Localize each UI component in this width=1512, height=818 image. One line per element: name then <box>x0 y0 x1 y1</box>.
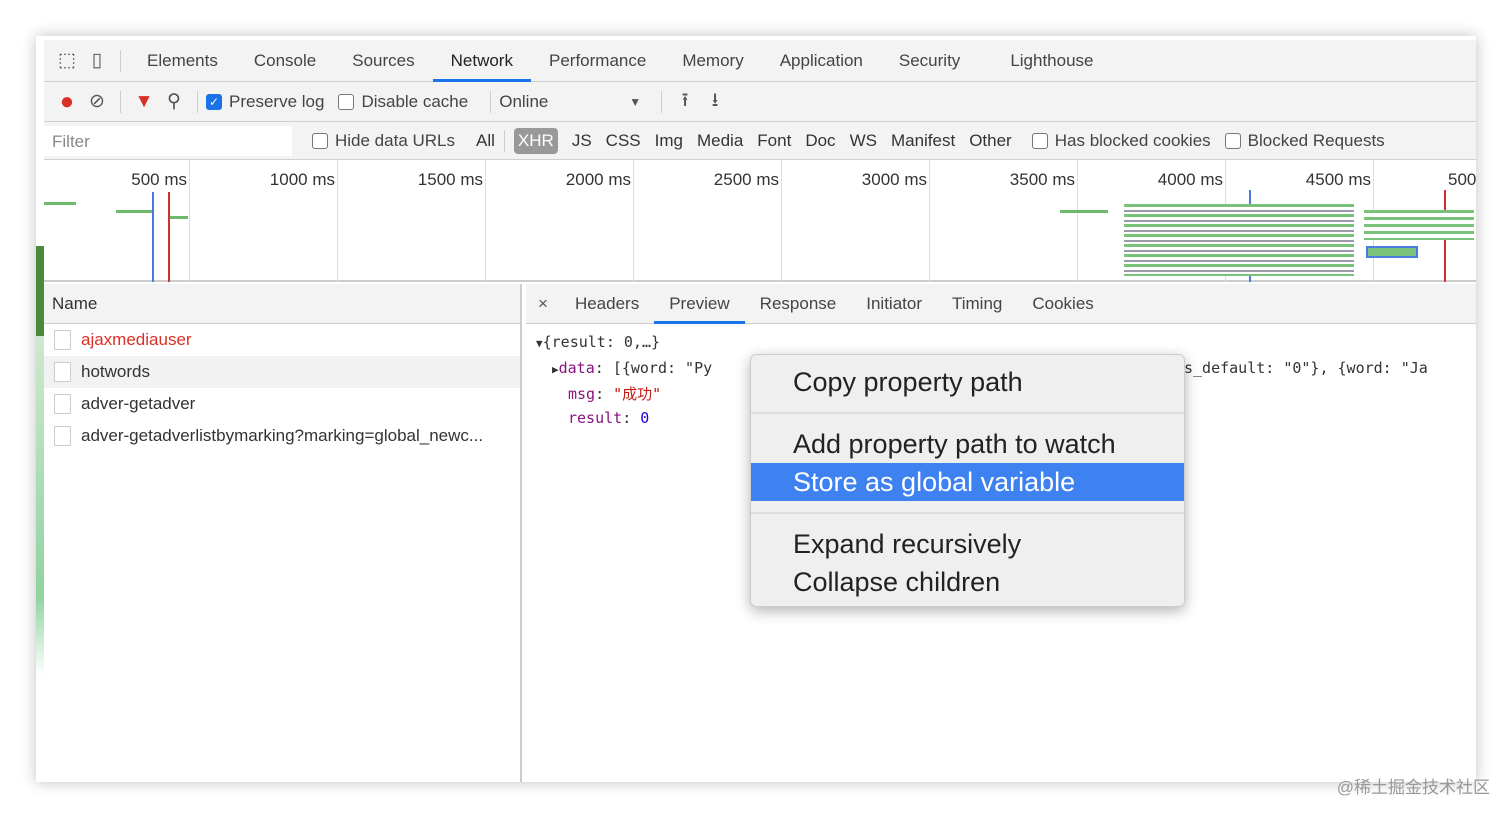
file-icon <box>54 394 71 414</box>
filter-media[interactable]: Media <box>697 131 743 151</box>
tab-timing[interactable]: Timing <box>937 284 1017 324</box>
disable-cache-checkbox[interactable]: Disable cache <box>338 92 468 112</box>
tick: 3500 ms <box>930 160 1078 282</box>
file-icon <box>54 330 71 350</box>
has-blocked-cookies-checkbox[interactable]: Has blocked cookies <box>1031 131 1211 151</box>
clear-icon[interactable]: ⊘ <box>82 90 112 113</box>
export-har-icon[interactable]: ⭳ <box>700 86 730 118</box>
tab-memory[interactable]: Memory <box>664 40 761 82</box>
collapse-arrow-icon: ▶ <box>552 363 559 376</box>
tick: 1000 ms <box>190 160 338 282</box>
filter-other[interactable]: Other <box>969 131 1012 151</box>
tick: 2500 ms <box>634 160 782 282</box>
hide-data-urls-checkbox[interactable]: Hide data URLs <box>312 131 455 151</box>
filter-font[interactable]: Font <box>757 131 791 151</box>
filter-input[interactable]: Filter <box>44 125 292 156</box>
network-overview[interactable]: 500 ms 1000 ms 1500 ms 2000 ms 2500 ms 3… <box>44 160 1476 282</box>
json-root[interactable]: ▼{result: 0,…} <box>536 330 1466 356</box>
filter-ws[interactable]: WS <box>850 131 877 151</box>
menu-expand-recursively[interactable]: Expand recursively <box>751 525 1184 563</box>
blocked-requests-checkbox[interactable]: Blocked Requests <box>1224 131 1385 151</box>
tab-cookies[interactable]: Cookies <box>1017 284 1108 324</box>
filter-all[interactable]: All <box>476 131 495 151</box>
menu-copy-property-path[interactable]: Copy property path <box>751 363 1184 401</box>
tab-preview[interactable]: Preview <box>654 284 745 324</box>
filter-css[interactable]: CSS <box>606 131 641 151</box>
throttle-select[interactable]: Online <box>499 92 629 112</box>
preserve-log-checkbox[interactable]: ✓ Preserve log <box>206 92 324 112</box>
tab-security[interactable]: Security <box>881 40 978 82</box>
request-row[interactable]: adver-getadverlistbymarking?marking=glob… <box>44 420 520 452</box>
watermark: @稀土掘金技术社区 <box>1336 778 1490 797</box>
import-har-icon[interactable]: ⭱ <box>670 86 700 118</box>
menu-collapse-children[interactable]: Collapse children <box>751 563 1184 601</box>
dom-content-loaded-line <box>152 192 154 282</box>
tick: 2000 ms <box>486 160 634 282</box>
filter-xhr[interactable]: XHR <box>513 127 558 154</box>
tab-performance[interactable]: Performance <box>531 40 664 82</box>
tab-headers[interactable]: Headers <box>560 284 654 324</box>
details-tabs: × Headers Preview Response Initiator Tim… <box>526 284 1476 324</box>
file-icon <box>54 362 71 382</box>
page-edge <box>36 36 44 782</box>
tick: 3000 ms <box>782 160 930 282</box>
tab-sources[interactable]: Sources <box>334 40 432 82</box>
network-toolbar: ● ⊘ ▼ ⚲ ✓ Preserve log Disable cache Onli… <box>44 82 1476 122</box>
tab-application[interactable]: Application <box>762 40 881 82</box>
name-column-header[interactable]: Name <box>44 284 520 324</box>
tab-network[interactable]: Network <box>432 40 531 82</box>
filter-img[interactable]: Img <box>655 131 683 151</box>
search-icon[interactable]: ⚲ <box>159 90 189 113</box>
request-row[interactable]: adver-getadver <box>44 388 520 420</box>
waterfall-bars <box>1124 204 1354 276</box>
filter-doc[interactable]: Doc <box>805 131 835 151</box>
filter-bar: Filter Hide data URLs All XHR JS CSS Img… <box>44 122 1476 160</box>
tab-elements[interactable]: Elements <box>129 40 236 82</box>
tab-console[interactable]: Console <box>236 40 334 82</box>
request-list: Name ajaxmediauser hotwords adver-getadv… <box>44 284 522 782</box>
file-icon <box>54 426 71 446</box>
context-menu: Copy property path Add property path to … <box>750 354 1185 607</box>
panel-tabs: ⬚ ▯ Elements Console Sources Network Per… <box>44 40 1476 82</box>
chevron-down-icon[interactable]: ▼ <box>629 95 641 109</box>
filter-js[interactable]: JS <box>572 131 592 151</box>
tab-initiator[interactable]: Initiator <box>851 284 937 324</box>
menu-add-to-watch[interactable]: Add property path to watch <box>751 425 1184 463</box>
device-toolbar-icon[interactable]: ▯ <box>82 49 112 72</box>
tick: 1500 ms <box>338 160 486 282</box>
record-icon[interactable]: ● <box>52 88 82 116</box>
load-line <box>168 192 170 282</box>
filter-icon[interactable]: ▼ <box>129 91 159 113</box>
tab-response[interactable]: Response <box>745 284 852 324</box>
request-row[interactable]: ajaxmediauser <box>44 324 520 356</box>
tab-lighthouse[interactable]: Lighthouse <box>992 40 1111 82</box>
expand-arrow-icon: ▼ <box>536 337 543 350</box>
filter-manifest[interactable]: Manifest <box>891 131 955 151</box>
menu-store-as-global-variable[interactable]: Store as global variable <box>751 463 1184 501</box>
close-icon[interactable]: × <box>526 294 560 314</box>
request-row[interactable]: hotwords <box>44 356 520 388</box>
inspect-element-icon[interactable]: ⬚ <box>52 49 82 72</box>
